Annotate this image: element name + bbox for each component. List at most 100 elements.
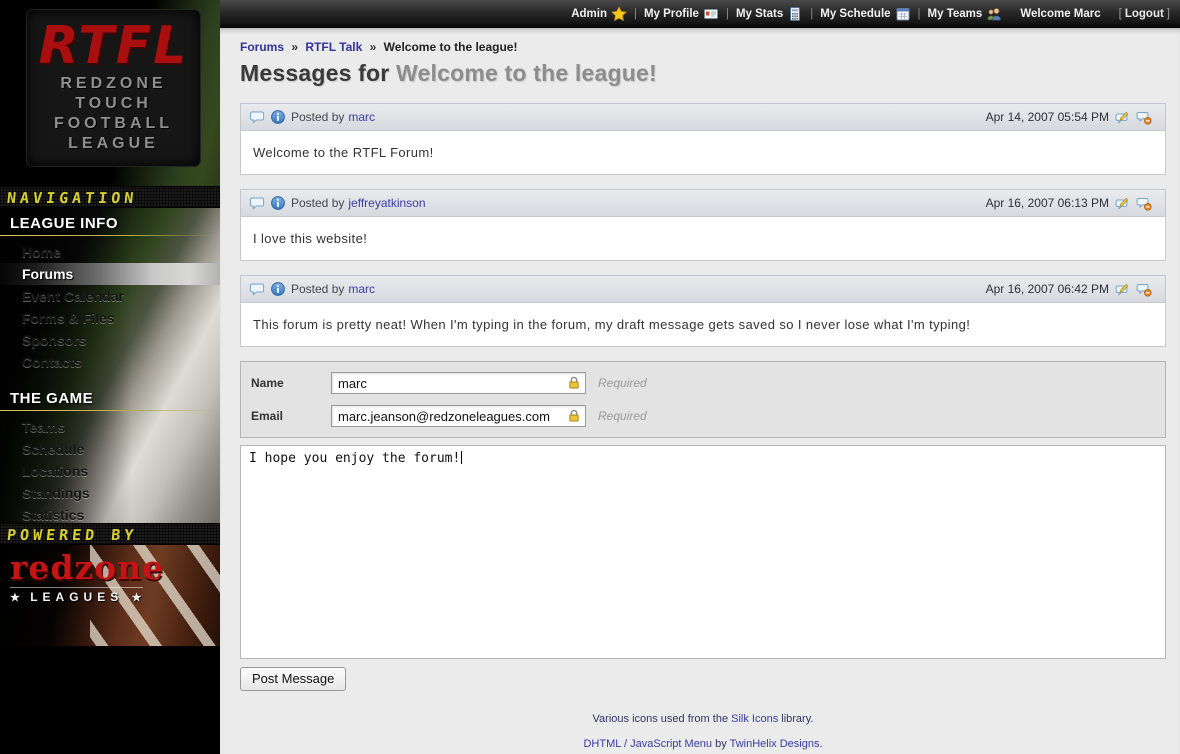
sidebar-item-home[interactable]: Home xyxy=(0,241,220,263)
breadcrumb: Forums » RTFL Talk » Welcome to the leag… xyxy=(240,40,1166,54)
author-link[interactable]: jeffreyatkinson xyxy=(348,196,425,210)
email-label: Email xyxy=(251,409,331,423)
twinhelix-link[interactable]: TwinHelix Designs xyxy=(730,738,820,750)
message-draft-text: I hope you enjoy the forum! xyxy=(249,451,460,466)
text-cursor xyxy=(461,451,462,464)
calculator-icon xyxy=(787,6,803,22)
message-header: Posted by jeffreyatkinson Apr 16, 2007 0… xyxy=(240,189,1166,217)
message-body: This forum is pretty neat! When I'm typi… xyxy=(240,302,1166,347)
name-field[interactable] xyxy=(331,372,586,394)
star-glyph: ★ xyxy=(132,592,144,604)
rtfl-logo-line: LEAGUE xyxy=(27,134,200,154)
delete-message-icon[interactable] xyxy=(1136,281,1152,297)
edit-message-icon[interactable] xyxy=(1115,109,1131,125)
lock-icon xyxy=(566,408,582,424)
topbar-item-admin[interactable]: Admin xyxy=(571,6,627,22)
message-body: I love this website! xyxy=(240,216,1166,261)
sidebar-item-schedule[interactable]: Schedule xyxy=(0,438,220,460)
edit-message-icon[interactable] xyxy=(1115,281,1131,297)
message-date: Apr 14, 2007 05:54 PM xyxy=(986,110,1109,124)
info-icon[interactable] xyxy=(270,281,286,297)
topbar-item-my-teams[interactable]: My Teams xyxy=(928,6,1003,22)
silk-icons-link[interactable]: Silk Icons xyxy=(731,713,778,725)
powered-by-strip: POWERED BY xyxy=(0,523,220,545)
required-hint: Required xyxy=(598,376,647,390)
page-title-topic: Welcome to the league! xyxy=(396,60,657,86)
lock-icon xyxy=(566,375,582,391)
rtfl-logo-abbr: RTFL xyxy=(27,18,200,74)
calendar-icon xyxy=(895,6,911,22)
sidebar-item-forums[interactable]: Forums xyxy=(0,263,220,285)
logout-bracket: ] xyxy=(1167,8,1170,20)
group-icon xyxy=(986,6,1002,22)
dhtml-menu-link[interactable]: DHTML / JavaScript Menu xyxy=(583,738,712,750)
topbar: Admin | My Profile | My Stats | My Sched… xyxy=(220,0,1180,28)
reply-form: Name Required Email Required xyxy=(240,361,1166,438)
message-textarea[interactable]: I hope you enjoy the forum! xyxy=(240,445,1166,659)
star-icon xyxy=(611,6,627,22)
topbar-item-my-profile[interactable]: My Profile xyxy=(644,6,719,22)
breadcrumb-current: Welcome to the league! xyxy=(384,40,518,54)
breadcrumb-separator: » xyxy=(291,40,298,54)
name-label: Name xyxy=(251,376,331,390)
message-body: Welcome to the RTFL Forum! xyxy=(240,130,1166,175)
message-header: Posted by marc Apr 14, 2007 05:54 PM xyxy=(240,103,1166,131)
delete-message-icon[interactable] xyxy=(1136,109,1152,125)
comment-icon xyxy=(249,195,265,211)
sidebar-item-statistics[interactable]: Statistics xyxy=(0,504,220,526)
posted-by-label: Posted by xyxy=(291,110,344,124)
topbar-item-my-schedule[interactable]: My Schedule xyxy=(820,6,910,22)
redzone-logo-text: redzone xyxy=(10,551,220,585)
heading-underline xyxy=(0,410,220,411)
sidebar-item-teams[interactable]: Teams xyxy=(0,416,220,438)
comment-icon xyxy=(249,281,265,297)
forum-message: Posted by marc Apr 16, 2007 06:42 PM Thi… xyxy=(240,275,1166,347)
sidebar-item-contacts[interactable]: Contacts xyxy=(0,351,220,373)
forum-message: Posted by marc Apr 14, 2007 05:54 PM Wel… xyxy=(240,103,1166,175)
message-header: Posted by marc Apr 16, 2007 06:42 PM xyxy=(240,275,1166,303)
email-field[interactable] xyxy=(331,405,586,427)
breadcrumb-link-forums[interactable]: Forums xyxy=(240,40,284,54)
sidebar-item-standings[interactable]: Standings xyxy=(0,482,220,504)
topbar-separator: | xyxy=(634,8,637,20)
post-message-button[interactable]: Post Message xyxy=(240,667,346,691)
rtfl-logo-line: TOUCH xyxy=(27,94,200,114)
topbar-item-my-stats[interactable]: My Stats xyxy=(736,6,803,22)
section-heading-the-game: THE GAME xyxy=(0,383,220,410)
logout-link[interactable]: Logout xyxy=(1125,8,1164,20)
sidebar-item-forms-files[interactable]: Forms & Files xyxy=(0,307,220,329)
sidebar: RTFL REDZONE TOUCH FOOTBALL LEAGUE NAVIG… xyxy=(0,0,220,754)
topbar-separator: | xyxy=(726,8,729,20)
info-icon[interactable] xyxy=(270,195,286,211)
redzone-leagues-banner[interactable]: redzone ★ LEAGUES ★ xyxy=(0,545,220,646)
sidebar-item-sponsors[interactable]: Sponsors xyxy=(0,329,220,351)
required-hint: Required xyxy=(598,409,647,423)
posted-by-label: Posted by xyxy=(291,196,344,210)
welcome-user-label: Welcome Marc xyxy=(1020,8,1100,20)
navigation-strip: NAVIGATION xyxy=(0,186,220,208)
sidebar-menu: LEAGUE INFO Home Forums Event Calendar F… xyxy=(0,208,220,523)
footer: Various icons used from the Silk Icons l… xyxy=(240,713,1166,750)
breadcrumb-separator: » xyxy=(370,40,377,54)
posted-by-label: Posted by xyxy=(291,282,344,296)
comment-icon xyxy=(249,109,265,125)
message-date: Apr 16, 2007 06:42 PM xyxy=(986,282,1109,296)
message-date: Apr 16, 2007 06:13 PM xyxy=(986,196,1109,210)
author-link[interactable]: marc xyxy=(348,110,375,124)
vcard-icon xyxy=(703,6,719,22)
author-link[interactable]: marc xyxy=(348,282,375,296)
redzone-leagues-text: ★ LEAGUES ★ xyxy=(10,587,143,604)
edit-message-icon[interactable] xyxy=(1115,195,1131,211)
section-heading-league-info: LEAGUE INFO xyxy=(0,208,220,235)
sidebar-item-locations[interactable]: Locations xyxy=(0,460,220,482)
rtfl-logo-line: FOOTBALL xyxy=(27,114,200,134)
sidebar-item-event-calendar[interactable]: Event Calendar xyxy=(0,285,220,307)
topbar-separator: | xyxy=(918,8,921,20)
breadcrumb-link-rtfl-talk[interactable]: RTFL Talk xyxy=(305,40,362,54)
sidebar-logo-area: RTFL REDZONE TOUCH FOOTBALL LEAGUE xyxy=(0,0,220,186)
info-icon[interactable] xyxy=(270,109,286,125)
rtfl-logo: RTFL REDZONE TOUCH FOOTBALL LEAGUE xyxy=(27,10,200,166)
delete-message-icon[interactable] xyxy=(1136,195,1152,211)
heading-underline xyxy=(0,235,220,236)
logout-bracket: [ xyxy=(1119,8,1122,20)
